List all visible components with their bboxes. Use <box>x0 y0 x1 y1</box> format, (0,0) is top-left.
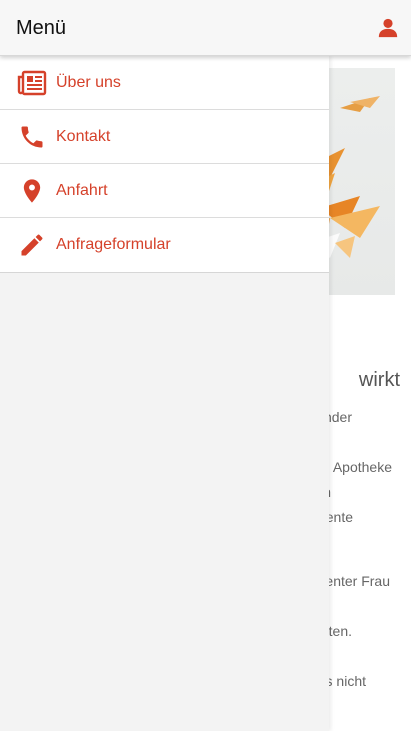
page-title: Menü <box>16 17 67 39</box>
pencil-icon <box>0 231 56 259</box>
user-icon <box>378 18 398 38</box>
menu-item-label: Anfahrt <box>56 181 108 199</box>
menu-item-anfrageformular[interactable]: Anfrageformular <box>0 218 329 272</box>
menu-item-label: Kontakt <box>56 127 111 145</box>
menu-item-label: Über uns <box>56 73 121 91</box>
menu-item-label: Anfrageformular <box>56 236 171 253</box>
menu-item-ueber-uns[interactable]: Über uns <box>0 56 329 110</box>
drawer-menu: Über uns Kontakt Anfahrt Anfrageformular <box>0 56 329 273</box>
menu-item-kontakt[interactable]: Kontakt <box>0 110 329 164</box>
menu-item-anfahrt[interactable]: Anfahrt <box>0 164 329 218</box>
phone-icon <box>0 123 56 151</box>
app-header: Menü <box>0 0 411 56</box>
newspaper-icon <box>0 70 56 96</box>
map-pin-icon <box>0 176 56 206</box>
navigation-drawer: Über uns Kontakt Anfahrt Anfrageformular <box>0 56 329 731</box>
user-button[interactable] <box>375 15 401 41</box>
